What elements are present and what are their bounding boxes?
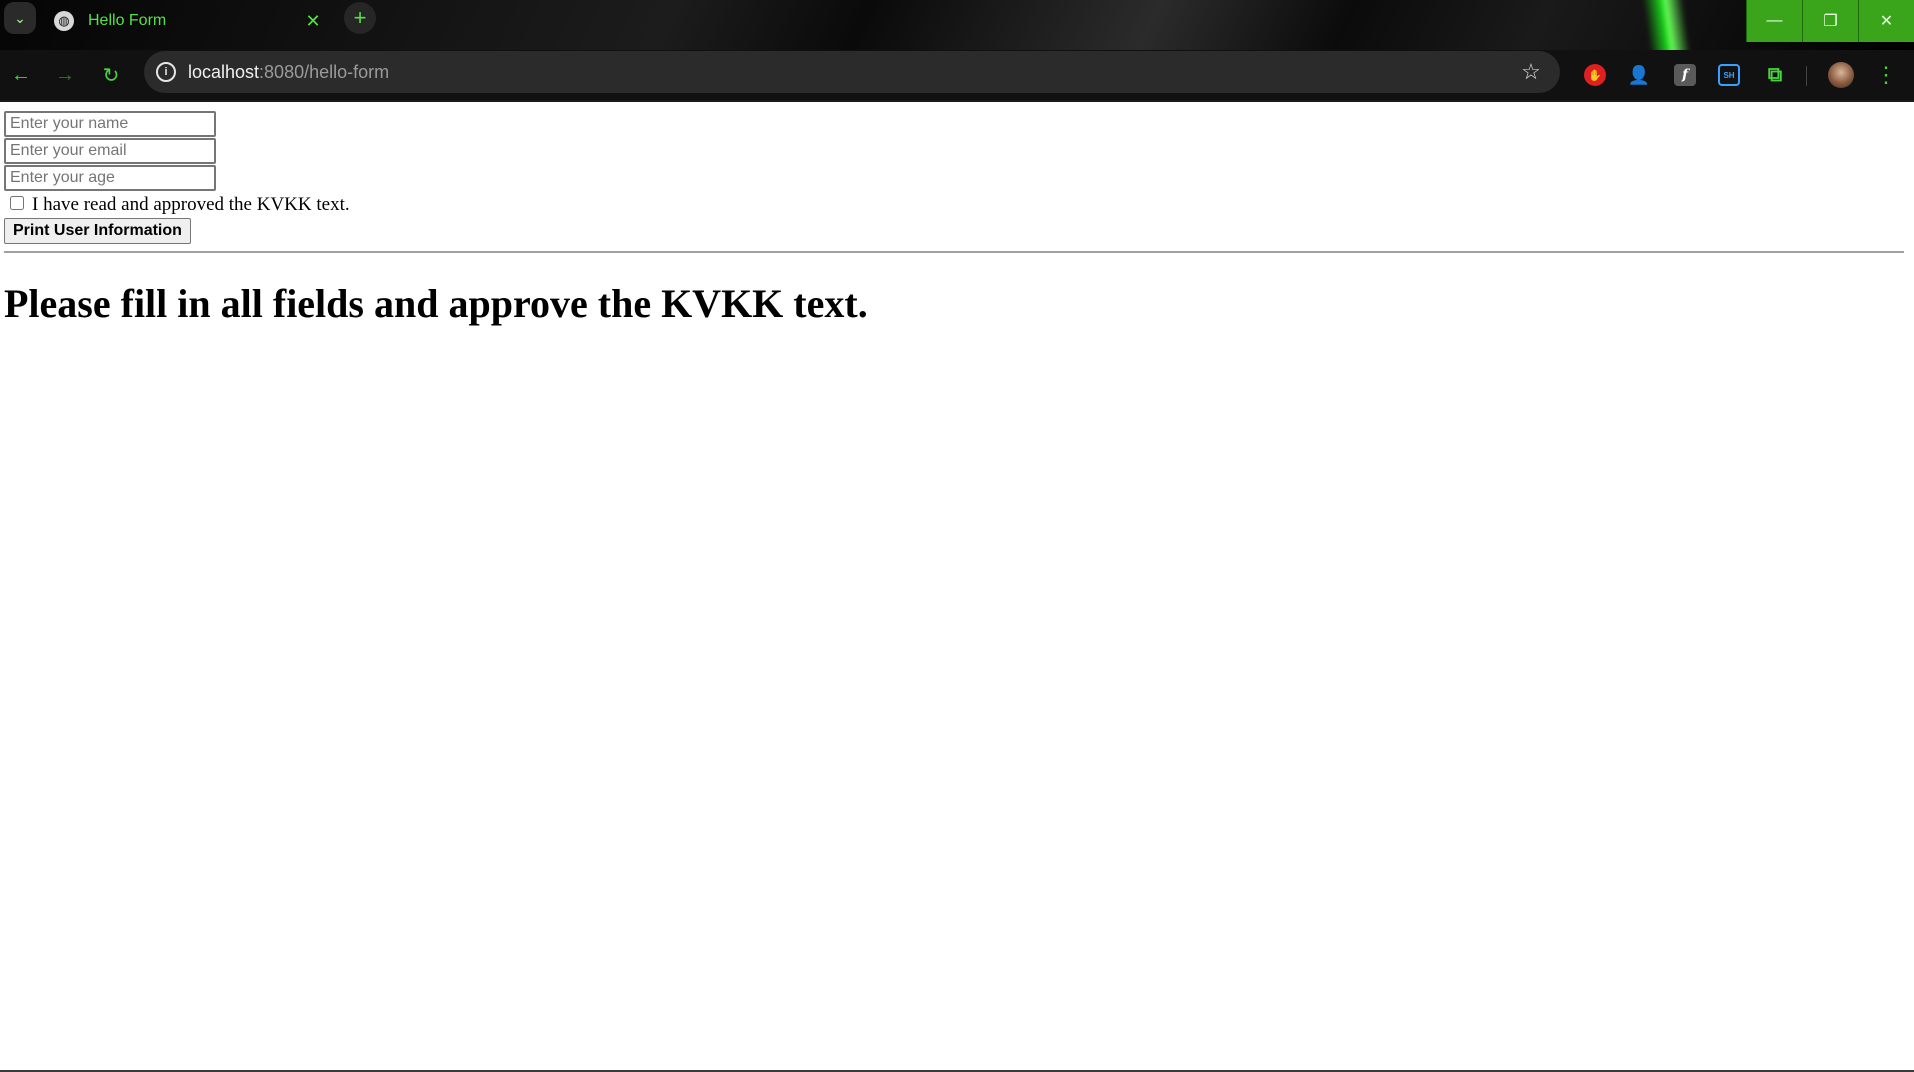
address-bar[interactable]: i localhost:8080/hello-form ☆	[144, 51, 1560, 93]
back-button[interactable]: ←	[4, 58, 38, 92]
horizontal-divider	[4, 251, 1904, 253]
window-controls: — ❐ ✕	[1746, 0, 1914, 42]
browser-chrome: ⌄ ◍ Hello Form ✕ + — ❐ ✕ ← → ↻ i localho…	[0, 0, 1914, 102]
hello-form: I have read and approved the KVKK text. …	[4, 111, 350, 244]
close-window-button[interactable]: ✕	[1858, 0, 1914, 42]
close-icon: ✕	[1879, 13, 1894, 30]
browser-toolbar: ← → ↻ i localhost:8080/hello-form ☆ ✋ 👤 …	[0, 50, 1914, 100]
kvkk-label: I have read and approved the KVKK text.	[32, 194, 350, 215]
restore-icon: ❐	[1823, 13, 1838, 30]
arrow-right-icon: →	[55, 63, 75, 86]
restore-button[interactable]: ❐	[1802, 0, 1858, 42]
kvkk-checkbox[interactable]	[10, 196, 24, 210]
tab-strip: ⌄ ◍ Hello Form ✕ + — ❐ ✕	[0, 0, 1914, 50]
page-content: I have read and approved the KVKK text. …	[0, 102, 1914, 1072]
new-tab-button[interactable]: +	[344, 2, 376, 34]
toolbar-separator	[1806, 66, 1807, 86]
reload-icon: ↻	[102, 64, 120, 87]
validation-message: Please fill in all fields and approve th…	[4, 281, 868, 326]
age-input[interactable]	[4, 165, 216, 191]
url-host: localhost	[188, 61, 260, 82]
kvkk-row: I have read and approved the KVKK text.	[4, 192, 350, 218]
tab-hello-form[interactable]: ◍ Hello Form ✕	[44, 0, 330, 42]
plus-icon: +	[353, 5, 367, 30]
arrow-left-icon: ←	[11, 63, 31, 86]
print-user-information-button[interactable]: Print User Information	[4, 218, 191, 244]
close-icon[interactable]: ✕	[302, 10, 324, 32]
profile-avatar[interactable]	[1828, 62, 1854, 88]
theme-background-streak	[1640, 0, 1700, 50]
minimize-button[interactable]: —	[1746, 0, 1802, 42]
reload-button[interactable]: ↻	[94, 58, 128, 92]
tab-search-button[interactable]: ⌄	[4, 2, 36, 34]
tab-title: Hello Form	[88, 12, 167, 29]
f-extension-icon[interactable]: f	[1674, 64, 1696, 86]
ublock-extension-icon[interactable]: ✋	[1584, 64, 1606, 86]
info-icon[interactable]: i	[156, 62, 176, 82]
person-check-extension-icon[interactable]: 👤	[1624, 60, 1654, 90]
name-input[interactable]	[4, 111, 216, 137]
minimize-icon: —	[1766, 12, 1783, 29]
url-text[interactable]: localhost:8080/hello-form	[188, 62, 1516, 83]
sh-extension-icon[interactable]: SH	[1718, 64, 1740, 86]
bookmark-star-icon[interactable]: ☆	[1516, 57, 1546, 87]
email-input[interactable]	[4, 138, 216, 164]
chevron-down-icon: ⌄	[14, 9, 26, 26]
url-path: :8080/hello-form	[259, 61, 390, 82]
forward-button[interactable]: →	[48, 58, 82, 92]
extensions-puzzle-icon[interactable]: ⧉	[1760, 60, 1790, 90]
more-menu-icon[interactable]: ⋮	[1874, 60, 1898, 90]
globe-icon: ◍	[54, 11, 74, 31]
